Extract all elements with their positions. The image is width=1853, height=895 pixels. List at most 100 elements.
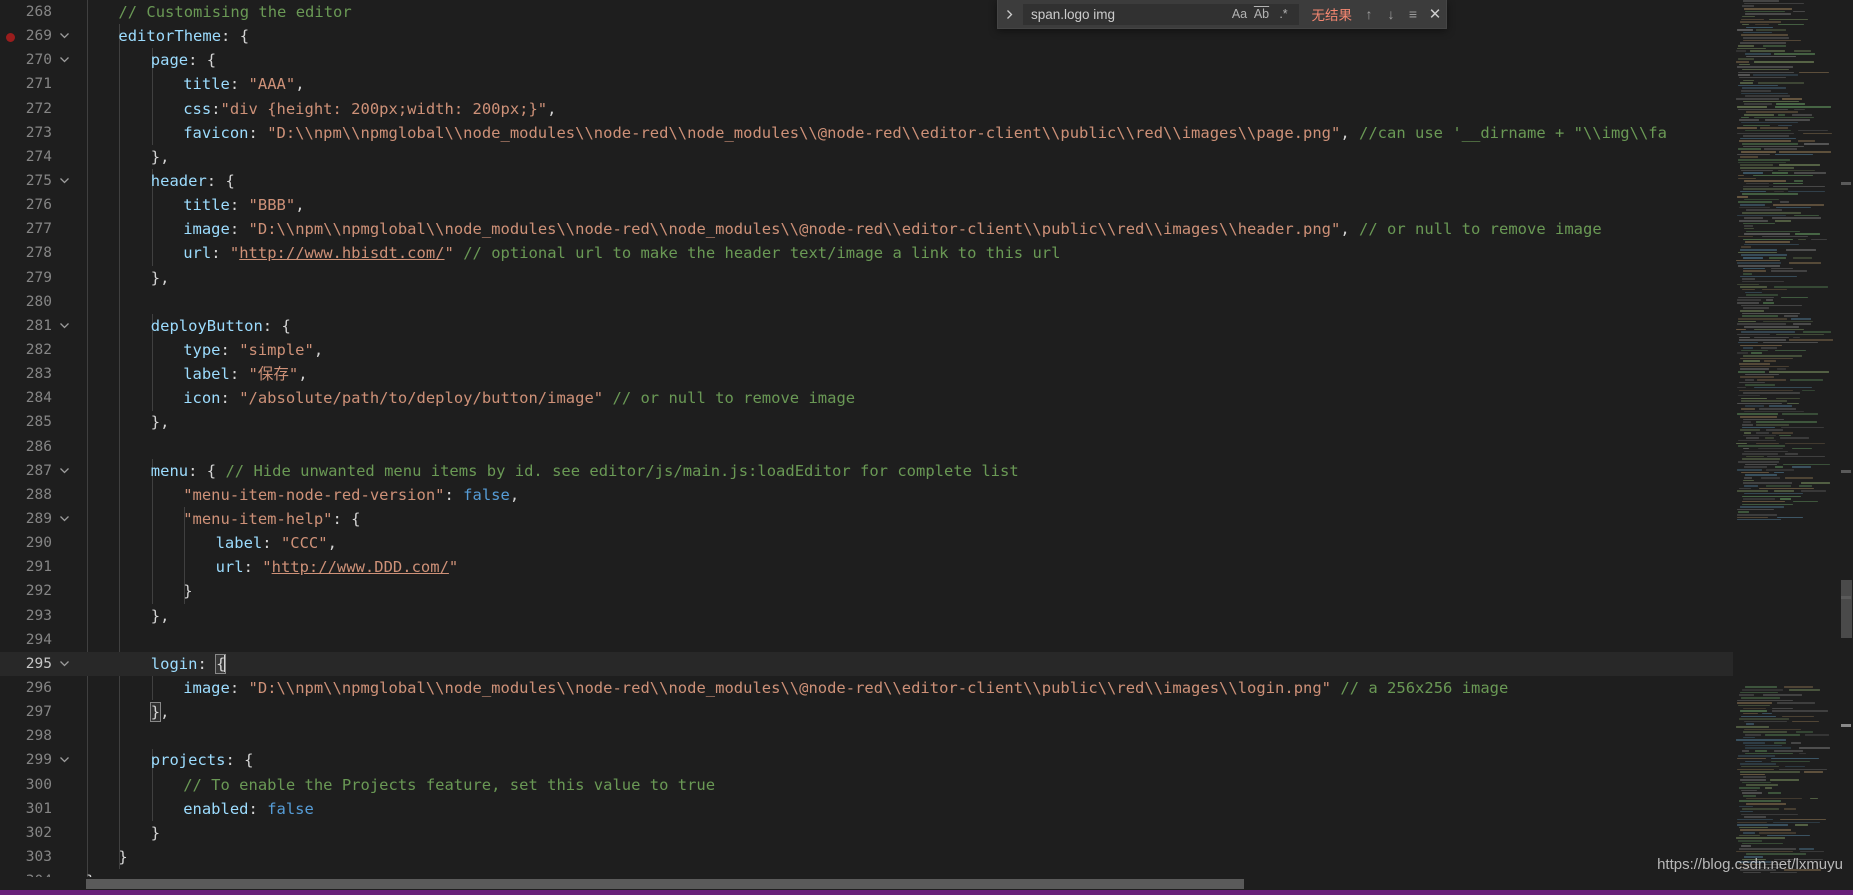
code-line[interactable]: 288 "menu-item-node-red-version": false, bbox=[0, 483, 1733, 507]
minimap-line bbox=[1742, 23, 1749, 26]
code-line[interactable]: 278 url: "http://www.hbisdt.com/" // opti… bbox=[0, 241, 1733, 265]
code-line[interactable]: 289 "menu-item-help": { bbox=[0, 507, 1733, 531]
minimap-line bbox=[1769, 257, 1787, 259]
minimap-line bbox=[1795, 731, 1813, 733]
code-line[interactable]: 303} bbox=[0, 845, 1733, 869]
token-str: "div {height: 200px;width: 200px;}" bbox=[220, 99, 548, 118]
close-find-icon[interactable]: ✕ bbox=[1424, 0, 1446, 28]
minimap-line bbox=[1740, 204, 1765, 206]
find-previous-icon[interactable]: ↑ bbox=[1358, 0, 1380, 28]
minimap-line bbox=[1756, 431, 1769, 434]
regex-icon[interactable]: .* bbox=[1273, 4, 1295, 25]
code-line[interactable]: 285}, bbox=[0, 410, 1733, 434]
code-line[interactable]: 300 // To enable the Projects feature, se… bbox=[0, 773, 1733, 797]
code-line[interactable]: 268 // Customising the editor bbox=[0, 0, 1733, 24]
code-line[interactable]: 276 title: "BBB", bbox=[0, 193, 1733, 217]
fold-chevron-down-icon[interactable] bbox=[55, 748, 73, 772]
code-line[interactable]: 296 image: "D:\\npm\\npmglobal\\node_modu… bbox=[0, 676, 1733, 700]
code-line[interactable]: 292} bbox=[0, 579, 1733, 603]
code-line[interactable]: 272 css:"div {height: 200px;width: 200px;… bbox=[0, 97, 1733, 121]
code-line[interactable]: 291 url: "http://www.DDD.com/" bbox=[0, 555, 1733, 579]
fold-chevron-down-icon[interactable] bbox=[55, 507, 73, 531]
find-widget[interactable]: Aa Ab .* 无结果 ↑ ↓ ≡ ✕ bbox=[997, 0, 1447, 29]
code-line[interactable]: 274}, bbox=[0, 145, 1733, 169]
find-in-selection-icon[interactable]: ≡ bbox=[1402, 0, 1424, 28]
find-input[interactable] bbox=[1027, 6, 1229, 22]
token-lnk: http://www.DDD.com/ bbox=[271, 558, 449, 577]
vertical-scrollbar-track[interactable] bbox=[1839, 0, 1853, 877]
fold-chevron-down-icon[interactable] bbox=[55, 652, 73, 676]
horizontal-scrollbar-thumb[interactable] bbox=[86, 879, 1244, 889]
line-number: 292 bbox=[25, 583, 52, 600]
minimap-line bbox=[1743, 145, 1805, 148]
code-line[interactable]: 280 bbox=[0, 290, 1733, 314]
minimap-line bbox=[1785, 249, 1817, 251]
code-line[interactable]: 294 bbox=[0, 628, 1733, 652]
code-text: "menu-item-node-red-version": false, bbox=[86, 483, 519, 507]
code-line[interactable]: 299 projects: { bbox=[0, 748, 1733, 772]
code-line[interactable]: 271 title: "AAA", bbox=[0, 72, 1733, 96]
minimap-line bbox=[1752, 174, 1813, 177]
minimap-line bbox=[1741, 813, 1799, 816]
code-line[interactable]: 293}, bbox=[0, 604, 1733, 628]
code-line[interactable]: 279}, bbox=[0, 266, 1733, 290]
watermark-url: https://blog.csdn.net/lxmuyu bbox=[1657, 856, 1843, 873]
code-line[interactable]: 269 editorTheme: { bbox=[0, 24, 1733, 48]
code-line[interactable]: 298 bbox=[0, 724, 1733, 748]
code-line[interactable]: 282 type: "simple", bbox=[0, 338, 1733, 362]
minimap-viewport[interactable] bbox=[1733, 520, 1836, 685]
find-next-icon[interactable]: ↓ bbox=[1380, 0, 1402, 28]
minimap-line bbox=[1742, 312, 1801, 315]
minimap-line bbox=[1756, 424, 1789, 426]
code-line[interactable]: 281 deployButton: { bbox=[0, 314, 1733, 338]
code-line[interactable]: 273 favicon: "D:\\npm\\npmglobal\\node_mo… bbox=[0, 121, 1733, 145]
code-line[interactable]: 295 login: { bbox=[0, 651, 1733, 676]
code-line[interactable]: 287 menu: { // Hide unwanted menu items b… bbox=[0, 459, 1733, 483]
minimap-line bbox=[1771, 172, 1789, 174]
fold-chevron-down-icon[interactable] bbox=[55, 459, 73, 483]
fold-chevron-down-icon[interactable] bbox=[55, 24, 73, 48]
code-line[interactable]: 302} bbox=[0, 821, 1733, 845]
minimap-line bbox=[1739, 506, 1784, 508]
token-pun: : bbox=[444, 485, 464, 504]
token-key: enabled bbox=[183, 799, 249, 818]
code-line[interactable]: 270 page: { bbox=[0, 48, 1733, 72]
code-line[interactable]: 283 label: "保存", bbox=[0, 362, 1733, 386]
fold-chevron-down-icon[interactable] bbox=[55, 314, 73, 338]
minimap[interactable] bbox=[1733, 0, 1836, 877]
find-input-wrapper[interactable]: Aa Ab .* bbox=[1022, 2, 1300, 26]
token-pun: , bbox=[298, 365, 308, 384]
code-line[interactable]: 301 enabled: false bbox=[0, 797, 1733, 821]
code-line[interactable]: 277 image: "D:\\npm\\npmglobal\\node_modu… bbox=[0, 217, 1733, 241]
minimap-line bbox=[1754, 749, 1767, 752]
match-case-icon[interactable]: Aa bbox=[1229, 4, 1251, 25]
minimap-line bbox=[1736, 328, 1747, 331]
minimap-line bbox=[1739, 344, 1782, 347]
minimap-line bbox=[1738, 119, 1759, 121]
code-line[interactable]: 275 header: { bbox=[0, 169, 1733, 193]
minimap-line bbox=[1736, 837, 1786, 839]
minimap-line bbox=[1744, 373, 1780, 376]
code-line[interactable]: 297}, bbox=[0, 700, 1733, 724]
token-pun: : bbox=[220, 389, 240, 408]
toggle-replace-icon[interactable] bbox=[998, 0, 1020, 28]
minimap-line bbox=[1743, 720, 1787, 723]
minimap-line bbox=[1740, 408, 1755, 410]
code-line[interactable]: 290 label: "CCC", bbox=[0, 531, 1733, 555]
whole-word-icon[interactable]: Ab bbox=[1251, 4, 1273, 25]
fold-chevron-down-icon[interactable] bbox=[55, 48, 73, 72]
minimap-line bbox=[1742, 124, 1771, 127]
code-lines[interactable]: 268 // Customising the editor 269 editorThe… bbox=[0, 0, 1733, 877]
minimap-line bbox=[1737, 702, 1773, 704]
minimap-line bbox=[1775, 103, 1806, 105]
code-line[interactable]: 284 icon: "/absolute/path/to/deploy/butto… bbox=[0, 386, 1733, 410]
code-editor[interactable]: 268 // Customising the editor 269 editorThe… bbox=[0, 0, 1733, 877]
code-line[interactable]: 286 bbox=[0, 435, 1733, 459]
code-text: favicon: "D:\\npm\\npmglobal\\node_modul… bbox=[86, 121, 1667, 145]
vertical-scrollbar-thumb[interactable] bbox=[1841, 580, 1852, 638]
minimap-line bbox=[1775, 349, 1806, 352]
code-text: } bbox=[86, 821, 160, 845]
status-bar[interactable] bbox=[0, 890, 1853, 895]
code-line[interactable]: 304} bbox=[0, 869, 1733, 877]
fold-chevron-down-icon[interactable] bbox=[55, 169, 73, 193]
